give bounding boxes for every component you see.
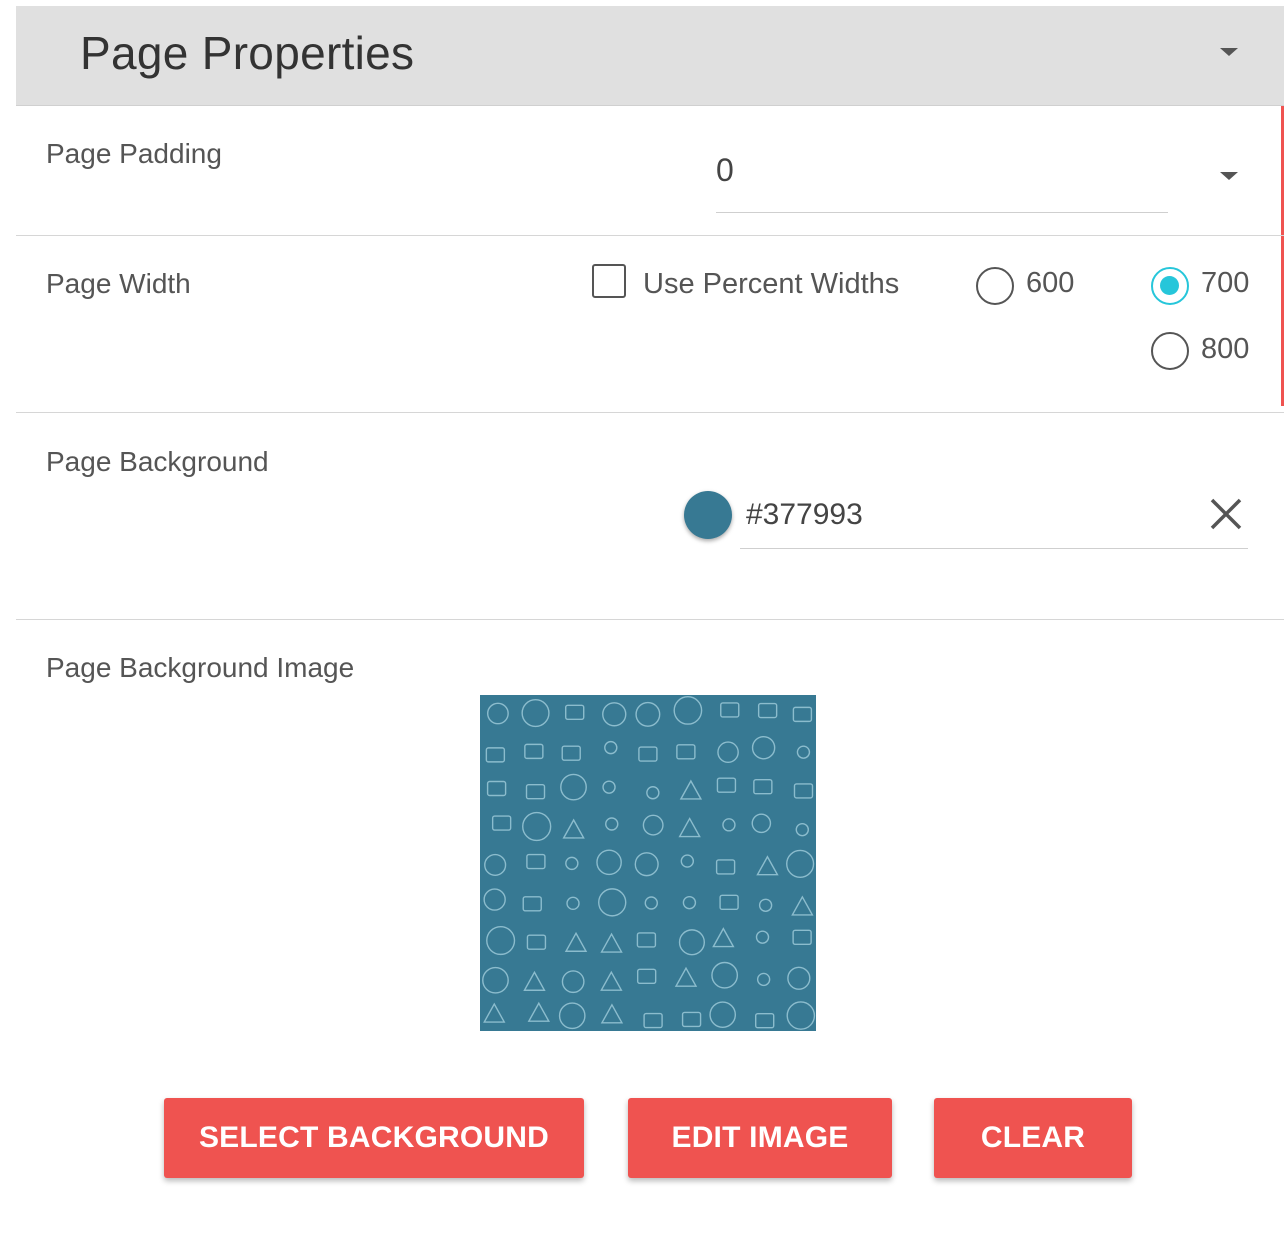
clear-button[interactable]: CLEAR bbox=[934, 1098, 1132, 1178]
page-width-label: Page Width bbox=[46, 268, 191, 299]
background-color-value: #377993 bbox=[746, 498, 863, 531]
use-percent-widths-checkbox[interactable] bbox=[592, 264, 626, 298]
chevron-down-icon[interactable] bbox=[1220, 48, 1238, 56]
background-image-preview bbox=[480, 695, 816, 1031]
close-icon[interactable] bbox=[1208, 496, 1244, 532]
background-color-input[interactable]: #377993 bbox=[740, 484, 1248, 549]
page-padding-value: 0 bbox=[716, 152, 734, 188]
width-600-radio[interactable] bbox=[976, 267, 1014, 305]
width-700-label[interactable]: 700 bbox=[1201, 267, 1249, 300]
width-700-radio[interactable] bbox=[1151, 267, 1189, 305]
width-800-radio[interactable] bbox=[1151, 332, 1189, 370]
width-600-label[interactable]: 600 bbox=[1026, 267, 1074, 300]
divider bbox=[16, 235, 1284, 236]
use-percent-widths-label[interactable]: Use Percent Widths bbox=[643, 268, 899, 301]
page-properties-panel: Page Properties Page Padding 0 Page Widt… bbox=[16, 6, 1284, 1248]
padding-dropdown-icon[interactable] bbox=[1220, 172, 1238, 180]
section-title: Page Properties bbox=[80, 27, 415, 79]
icon-pattern-image bbox=[480, 695, 816, 1031]
edit-image-button[interactable]: EDIT IMAGE bbox=[628, 1098, 892, 1178]
page-background-label: Page Background bbox=[46, 446, 269, 477]
section-header[interactable]: Page Properties bbox=[16, 6, 1284, 106]
page-background-image-label: Page Background Image bbox=[46, 652, 355, 683]
divider bbox=[16, 412, 1284, 413]
divider bbox=[16, 619, 1284, 620]
page-padding-select[interactable]: 0 bbox=[716, 136, 1168, 213]
width-800-label[interactable]: 800 bbox=[1201, 333, 1249, 366]
select-background-button[interactable]: SELECT BACKGROUND bbox=[164, 1098, 584, 1178]
page-padding-label: Page Padding bbox=[46, 138, 222, 169]
color-swatch[interactable] bbox=[684, 491, 732, 539]
